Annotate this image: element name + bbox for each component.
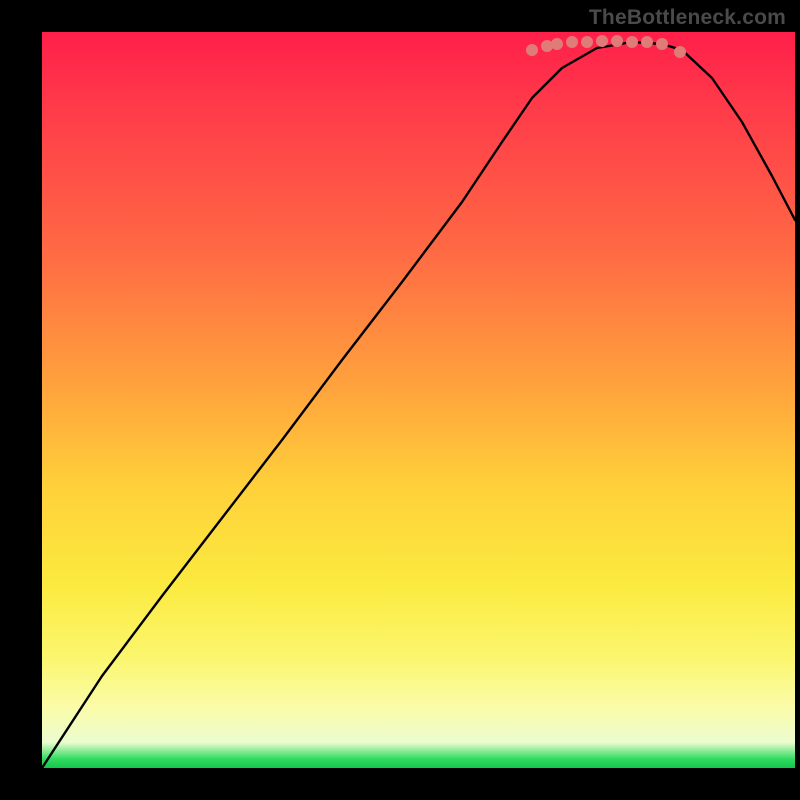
- valley-marker-dot: [541, 40, 553, 52]
- valley-marker-dot: [611, 35, 623, 47]
- valley-marker-dot: [581, 36, 593, 48]
- valley-marker-dot: [656, 38, 668, 50]
- watermark-text: TheBottleneck.com: [589, 6, 786, 30]
- chart-frame: TheBottleneck.com: [0, 0, 800, 800]
- valley-marker-dot: [626, 36, 638, 48]
- valley-marker-dot: [674, 46, 686, 58]
- valley-marker-dot: [641, 36, 653, 48]
- plot-area: [42, 32, 795, 768]
- valley-marker-dot: [566, 36, 578, 48]
- bottleneck-curve: [42, 42, 795, 768]
- valley-marker-dot: [551, 38, 563, 50]
- curve-layer: [42, 32, 795, 768]
- valley-marker-dot: [526, 44, 538, 56]
- valley-marker-dot: [596, 35, 608, 47]
